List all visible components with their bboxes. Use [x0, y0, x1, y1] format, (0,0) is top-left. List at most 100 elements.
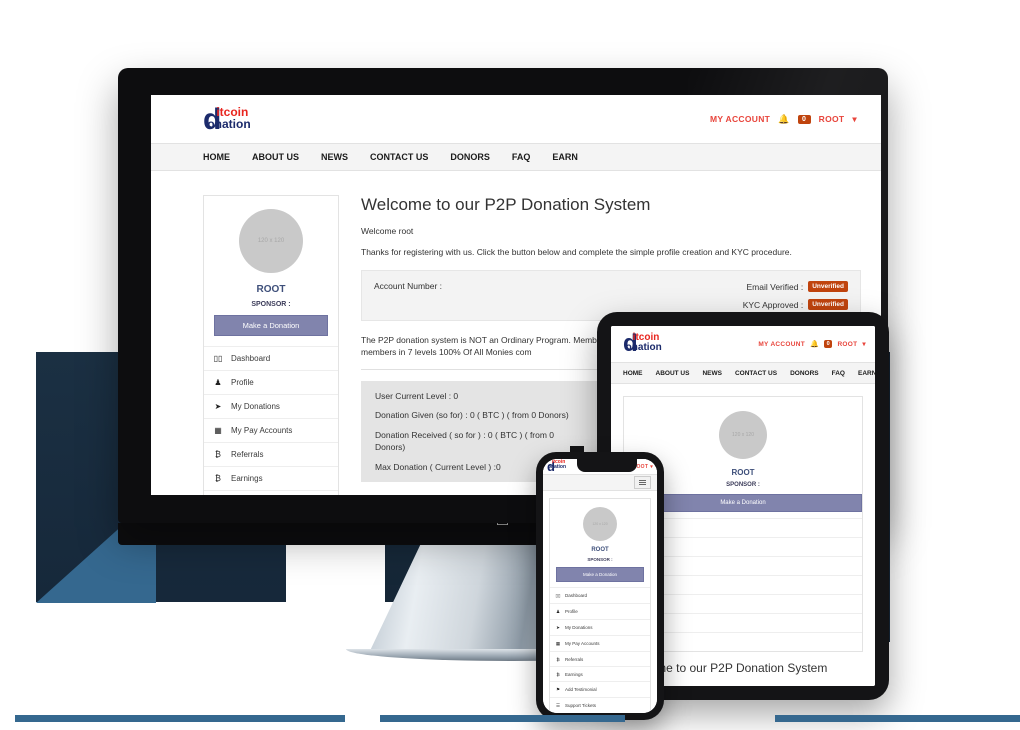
mobile-nav-bar — [543, 474, 657, 491]
account-number-label: Account Number : — [374, 281, 443, 291]
sidebar-item-referrals[interactable]: ₿ Referrals — [204, 442, 338, 466]
my-account-link[interactable]: MY ACCOUNT — [710, 114, 770, 124]
nav-item-home[interactable]: HOME — [623, 370, 643, 377]
status-badge: Unverified — [808, 281, 848, 292]
sidebar-item-label: My Donations — [231, 402, 280, 411]
sidebar-item-label: Dashboard — [565, 593, 588, 598]
sidebar-item-my-donations[interactable]: ➤ My Donations — [550, 619, 650, 635]
logo-line-2: onation — [625, 342, 662, 353]
sidebar-sponsor-label: SPONSOR : — [726, 482, 760, 488]
nav-item-faq[interactable]: FAQ — [512, 152, 531, 162]
sidebar-item-label: Referrals — [231, 450, 264, 459]
nav-item-contact-us[interactable]: CONTACT US — [370, 152, 428, 162]
kyc-approved-label: KYC Approved : — [742, 299, 804, 310]
sidebar-menu: ▯▯ Dashboard ♟ Profile ➤ My Donations ▦ … — [204, 346, 338, 495]
sidebar-item-earnings[interactable]: ₿ Earnings — [550, 666, 650, 681]
website-mobile: d itcoin onation 🔔 ROOT ▾ — [543, 459, 657, 713]
sidebar-item-referrals[interactable]: ₿ Referrals — [550, 651, 650, 666]
stat-line: Donation Received ( so for ) : 0 ( BTC )… — [375, 429, 555, 452]
footer-accent-bar-3 — [775, 715, 1020, 722]
sidebar-card: 120 x 120 ROOT SPONSOR : Make a Donation… — [549, 498, 651, 713]
nav-item-earn[interactable]: EARN — [552, 152, 578, 162]
flag-icon: ⚑ — [555, 686, 561, 692]
sidebar-item-profile[interactable]: ♟ Profile — [204, 370, 338, 394]
sidebar-item-dashboard[interactable]: ▯▯ Dashboard — [550, 587, 650, 603]
sidebar-item-label: Earnings — [231, 474, 263, 483]
sidebar-item-profile[interactable]: ♟ Profile — [550, 603, 650, 619]
nav-item-contact-us[interactable]: CONTACT US — [735, 370, 777, 377]
site-header-desktop: d itcoin onation MY ACCOUNT 🔔 0 ROOT ▾ — [151, 95, 881, 143]
nav-item-home[interactable]: HOME — [203, 152, 230, 162]
nav-item-about-us[interactable]: ABOUT US — [252, 152, 299, 162]
sidebar-item-earnings[interactable]: ₿ Earnings — [204, 466, 338, 490]
brand-logo[interactable]: d itcoin onation — [203, 105, 251, 135]
nav-item-earn[interactable]: EARN — [858, 370, 875, 377]
status-badge: Unverified — [808, 299, 848, 310]
sidebar-item-support-tickets[interactable]: ☰ Support Tickets — [550, 697, 650, 713]
chevron-down-icon[interactable]: ▾ — [852, 114, 857, 125]
sidebar-username: ROOT — [256, 284, 286, 295]
sidebar-sponsor-label: SPONSOR : — [587, 557, 613, 562]
sidebar-sponsor-label: SPONSOR : — [251, 301, 291, 308]
nav-item-news[interactable]: NEWS — [702, 370, 722, 377]
chevron-down-icon[interactable]: ▾ — [650, 464, 653, 470]
site-header-tablet: d itcoin onation MY ACCOUNT 🔔 0 ROOT ▾ — [611, 326, 875, 362]
sidebar-item-my-pay-accounts[interactable]: ▦ My Pay Accounts — [550, 635, 650, 651]
make-a-donation-button[interactable]: Make a Donation — [556, 567, 644, 582]
notification-count-badge[interactable]: 0 — [797, 114, 811, 124]
sidebar-item-label: Profile — [231, 378, 254, 387]
logo-wordmark: itcoin onation — [548, 460, 566, 470]
sidebar-item-my-pay-accounts[interactable]: ▦ My Pay Accounts — [204, 418, 338, 442]
page-body-mobile: 120 x 120 ROOT SPONSOR : Make a Donation… — [543, 491, 657, 713]
bell-icon[interactable]: 🔔 — [810, 340, 819, 348]
send-icon: ➤ — [556, 624, 560, 630]
sidebar-item-my-donations[interactable]: ➤ My Donations — [204, 394, 338, 418]
card-icon: ▦ — [214, 426, 222, 435]
sidebar-item-label: My Pay Accounts — [565, 641, 600, 646]
logo-line-2: onation — [547, 464, 567, 470]
nav-item-donors[interactable]: DONORS — [450, 152, 490, 162]
intro-text: Thanks for registering with us. Click th… — [361, 247, 792, 257]
sidebar-item-dashboard[interactable]: ▯▯ Dashboard — [204, 346, 338, 370]
grid-icon: ▯▯ — [213, 354, 223, 363]
link-icon: ₿ — [215, 474, 221, 483]
brand-logo[interactable]: d itcoin onation — [547, 460, 566, 474]
sidebar-item-label: My Pay Accounts — [231, 426, 293, 435]
sidebar-item-add-testimonial[interactable]: ⚑ Add Testimonial — [550, 681, 650, 697]
sidebar-item-label: Dashboard — [231, 354, 271, 363]
nav-item-about-us[interactable]: ABOUT US — [656, 370, 690, 377]
sidebar-username: ROOT — [731, 468, 755, 477]
user-icon: ♟ — [214, 378, 222, 387]
logo-wordmark: itcoin onation — [626, 333, 662, 353]
footer-accent-bar-2 — [380, 715, 625, 722]
sidebar-menu: ▯▯ Dashboard ♟ Profile ➤ My Donations ▦ … — [550, 587, 650, 713]
notification-count-badge[interactable]: 0 — [824, 340, 833, 348]
hamburger-menu-icon[interactable] — [634, 476, 651, 489]
sidebar-item-label: Support Tickets — [565, 703, 597, 708]
brand-logo[interactable]: d itcoin onation — [623, 332, 662, 356]
header-actions: MY ACCOUNT 🔔 0 ROOT ▾ — [758, 340, 866, 348]
bell-icon[interactable]: 🔔 — [778, 114, 790, 125]
user-menu-root[interactable]: ROOT — [819, 114, 845, 124]
sidebar-item-label: Earnings — [565, 671, 583, 677]
user-menu-root[interactable]: ROOT — [837, 341, 857, 348]
card-icon: ▦ — [555, 640, 561, 646]
phone-device: d itcoin onation 🔔 ROOT ▾ — [536, 452, 664, 720]
sidebar-item-label: Referrals — [565, 656, 584, 662]
verification-status-group: Email Verified : Unverified KYC Approved… — [743, 281, 848, 310]
make-a-donation-button[interactable]: Make a Donation — [214, 315, 328, 336]
sidebar-item-label: Profile — [565, 609, 578, 614]
logo-wordmark: itcoin onation — [207, 106, 250, 130]
nav-item-faq[interactable]: FAQ — [832, 370, 845, 377]
sidebar-item-label: My Donations — [565, 625, 593, 630]
nav-item-news[interactable]: NEWS — [321, 152, 348, 162]
chevron-down-icon[interactable]: ▾ — [862, 340, 866, 348]
sidebar-card: 120 x 120 ROOT SPONSOR : Make a Donation… — [203, 195, 339, 495]
list-icon: ☰ — [555, 702, 561, 708]
nav-item-donors[interactable]: DONORS — [790, 370, 819, 377]
avatar: 120 x 120 — [719, 411, 767, 459]
main-nav-desktop: HOME ABOUT US NEWS CONTACT US DONORS FAQ… — [151, 143, 881, 171]
link-icon: ₿ — [556, 656, 560, 662]
sidebar-item-add-testimonial[interactable]: ⚑ Add Testimonial — [204, 490, 338, 495]
my-account-link[interactable]: MY ACCOUNT — [758, 341, 805, 348]
